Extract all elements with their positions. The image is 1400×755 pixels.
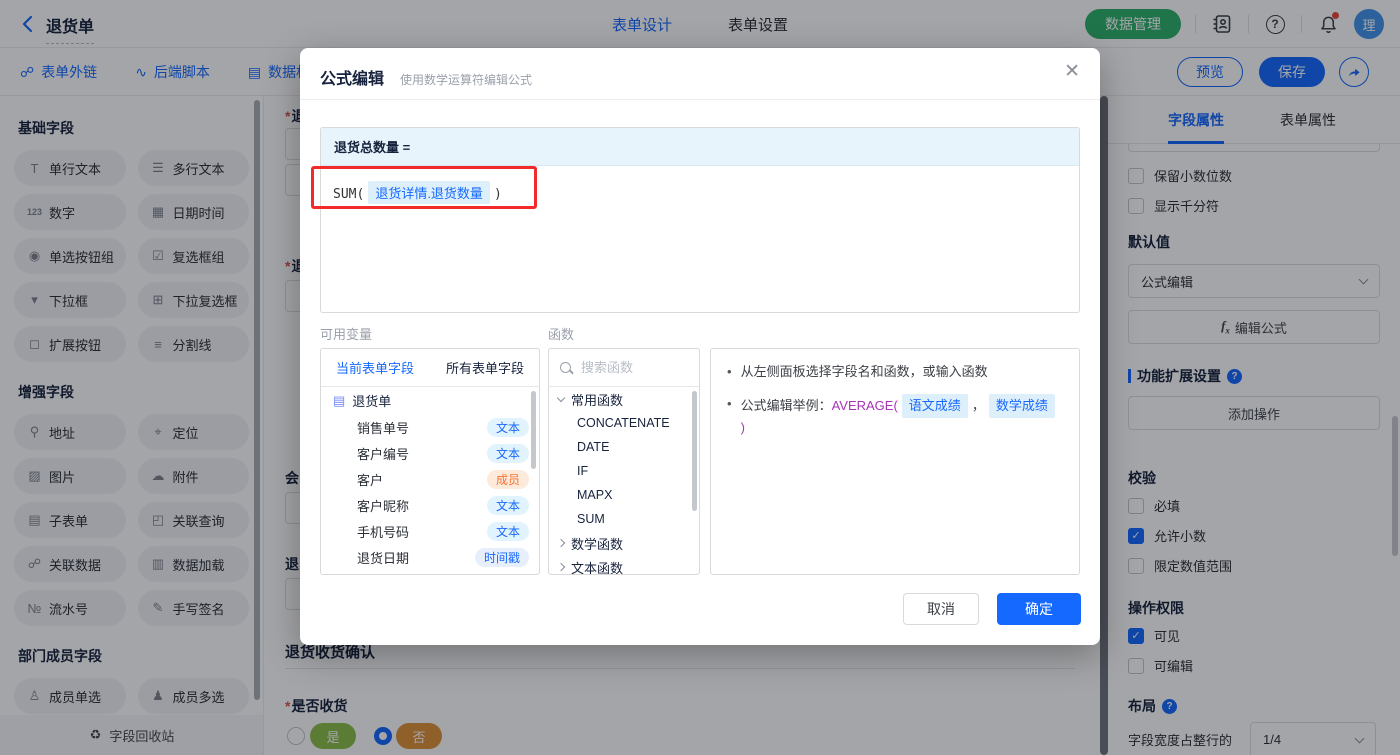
tab-current-form-fields[interactable]: 当前表单字段: [336, 358, 414, 377]
cancel-button[interactable]: 取消: [903, 593, 979, 625]
app-window: 退货单 表单设计 表单设置 数据管理 ? 理 ☍ 表单外链 ∿ 后端脚本 ▤ 数…: [0, 0, 1400, 755]
type-badge: 文本: [486, 521, 529, 541]
variable-row[interactable]: 客户昵称 文本: [321, 492, 539, 518]
example-chip: 语文成绩: [901, 394, 968, 418]
type-badge: 时间戳: [474, 547, 529, 567]
tip-line: • 从左侧面板选择字段名和函数，或输入函数: [727, 364, 988, 379]
function-item[interactable]: DATE: [549, 435, 699, 459]
function-item[interactable]: CONCATENATE: [549, 411, 699, 435]
chevron-right-icon: [556, 562, 566, 572]
formula-target: 退货总数量 =: [321, 128, 1079, 166]
function-group-common[interactable]: 常用函数: [549, 387, 699, 411]
formula-edit-modal: 公式编辑 使用数学运算符编辑公式 ✕ 退货总数量 = SUM(退货详情.退货数量…: [300, 48, 1100, 645]
search-input[interactable]: [581, 360, 681, 375]
functions-panel: 常用函数 CONCATENATE DATE IF MAPX SUM 数学函数 文…: [548, 348, 700, 575]
chevron-right-icon: [556, 538, 566, 548]
variables-panel: 当前表单字段 所有表单字段 ▤ 退货单 销售单号 文本 客户编号 文本 客户 成员 客户…: [320, 348, 540, 575]
tree-root-form[interactable]: ▤ 退货单: [321, 387, 539, 414]
field-chip[interactable]: 退货详情.退货数量: [368, 181, 490, 204]
function-item[interactable]: IF: [549, 459, 699, 483]
confirm-button[interactable]: 确定: [997, 593, 1081, 625]
variable-row[interactable]: 销售单号 文本: [321, 414, 539, 440]
variable-row[interactable]: 客户 成员: [321, 466, 539, 492]
modal-title: 公式编辑: [320, 71, 385, 88]
search-icon: [559, 361, 573, 375]
chevron-down-icon: [556, 393, 566, 402]
formula-expression[interactable]: SUM(退货详情.退货数量): [321, 166, 1079, 219]
function-search: [549, 349, 699, 387]
document-icon: ▤: [333, 392, 346, 408]
formula-editor[interactable]: 退货总数量 = SUM(退货详情.退货数量): [320, 127, 1080, 313]
variables-scrollbar[interactable]: [531, 391, 536, 469]
modal-subtitle: 使用数学运算符编辑公式: [400, 73, 533, 87]
variable-row[interactable]: 客户编号 文本: [321, 440, 539, 466]
functions-label: 函数: [548, 327, 575, 342]
type-badge: 文本: [486, 495, 529, 515]
variable-row[interactable]: 手机号码 文本: [321, 518, 539, 544]
tab-all-form-fields[interactable]: 所有表单字段: [446, 358, 524, 377]
function-group-text[interactable]: 文本函数: [549, 555, 699, 574]
modal-header: 公式编辑 使用数学运算符编辑公式 ✕: [300, 48, 1100, 100]
function-item[interactable]: MAPX: [549, 483, 699, 507]
close-icon[interactable]: ✕: [1064, 62, 1080, 81]
example-chip: 数学成绩: [988, 394, 1055, 418]
variables-label: 可用变量: [320, 327, 373, 342]
function-group-math[interactable]: 数学函数: [549, 531, 699, 555]
type-badge: 文本: [486, 443, 529, 463]
function-item[interactable]: SUM: [549, 507, 699, 531]
type-badge: 文本: [486, 417, 529, 437]
variable-row[interactable]: 退货日期 时间戳: [321, 544, 539, 570]
tips-panel: • 从左侧面板选择字段名和函数，或输入函数 • 公式编辑举例：AVERAGE(语文…: [710, 348, 1080, 575]
tip-example-line: • 公式编辑举例：AVERAGE(语文成绩，数学成绩): [727, 394, 1063, 438]
type-badge: 成员: [486, 469, 529, 489]
functions-scrollbar[interactable]: [692, 391, 697, 511]
